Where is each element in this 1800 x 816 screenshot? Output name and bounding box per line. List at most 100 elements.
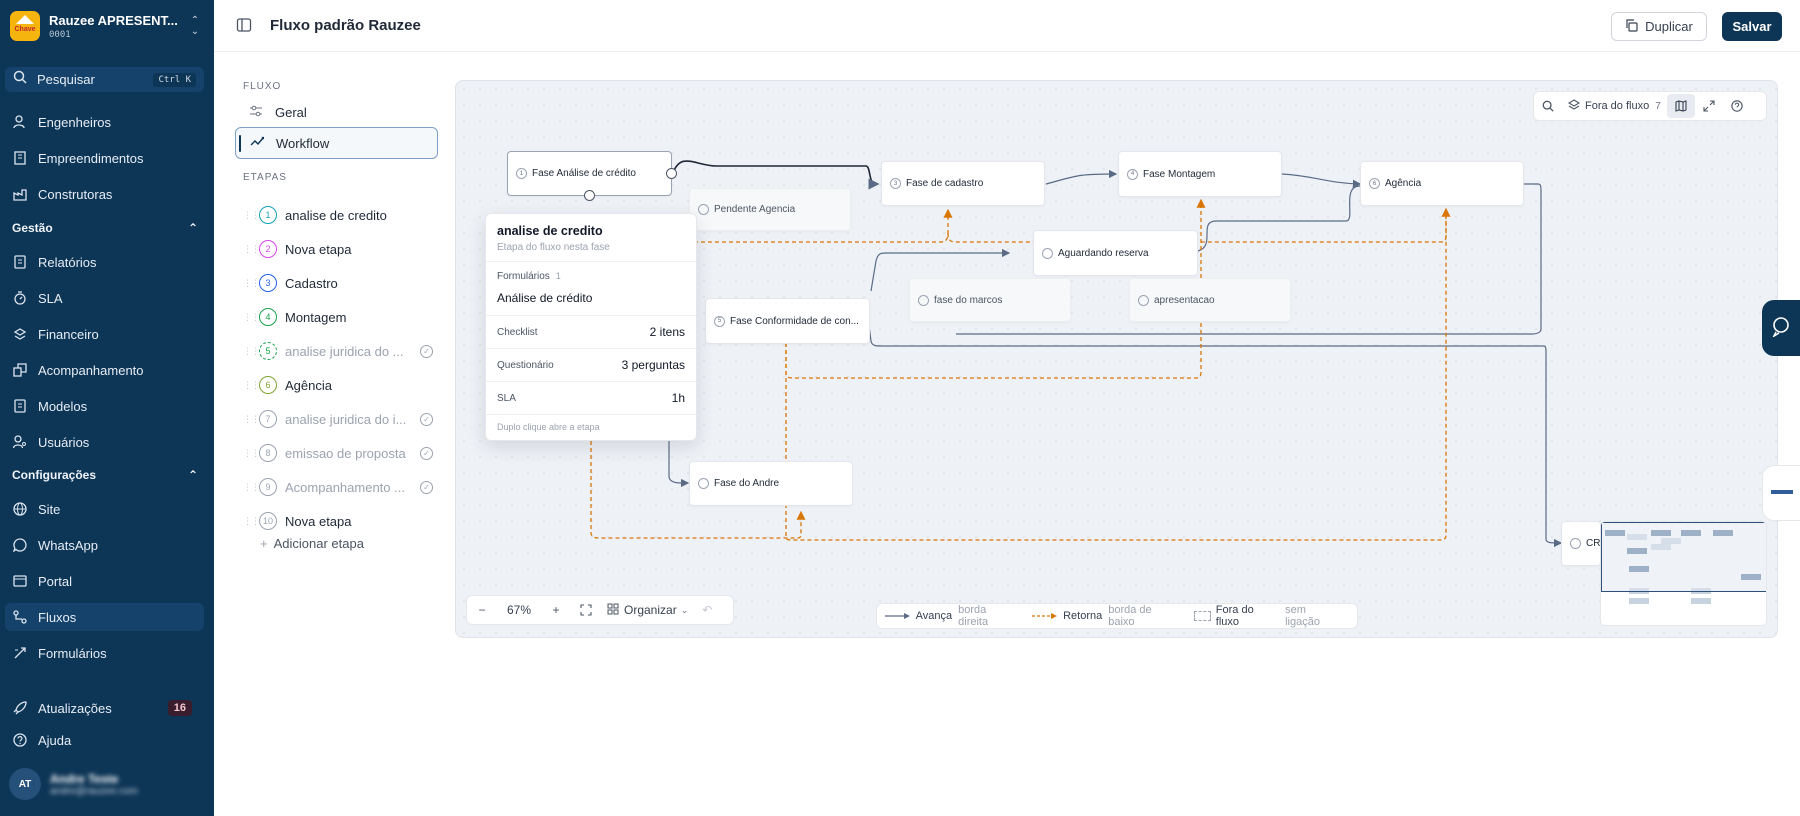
stage-item[interactable]: ⋮⋮ 9 Acompanhamento ... ✓ (243, 476, 433, 498)
duplicate-button[interactable]: Duplicar (1611, 12, 1707, 41)
stage-label: Nova etapa (285, 241, 352, 257)
nav-label: Engenheiros (38, 114, 111, 130)
layers-icon (1567, 98, 1581, 114)
port-right[interactable] (666, 168, 677, 179)
org-switcher[interactable]: Chave Rauzee APRESENT... 0001 ⌃ ⌄ (10, 11, 202, 41)
chevron-up-icon: ⌃ (187, 468, 198, 482)
node-cr[interactable]: CR (1561, 521, 1601, 566)
nav-item-acompanhamento[interactable]: Acompanhamento (5, 356, 204, 384)
nav-item-sla[interactable]: SLA (5, 284, 204, 312)
tab-geral[interactable]: Geral (235, 96, 438, 128)
zoom-in-button[interactable]: + (541, 596, 571, 624)
drag-handle-icon[interactable]: ⋮⋮ (243, 278, 260, 289)
org-logo: Chave (10, 11, 40, 41)
nav-item-modelos[interactable]: Modelos (5, 392, 204, 420)
nav-item-relatorios[interactable]: Relatórios (5, 248, 204, 276)
nav-item-engenheiros[interactable]: Engenheiros (5, 108, 204, 136)
stage-item[interactable]: ⋮⋮ 8 emissao de proposta ✓ (243, 442, 433, 464)
search-icon[interactable] (1534, 94, 1562, 118)
flow-section-label: FLUXO (243, 81, 282, 92)
nav-item-portal[interactable]: Portal (5, 567, 204, 595)
node-cadastro[interactable]: 3 Fase de cadastro (881, 161, 1045, 206)
check-circle-icon[interactable]: ✓ (420, 412, 433, 426)
assistant-tab[interactable] (1762, 300, 1800, 356)
stage-label: analise juridica do i... (285, 411, 407, 427)
stage-item[interactable]: ⋮⋮ 10 Nova etapa (243, 510, 433, 532)
node-aguardando-reserva[interactable]: Aguardando reserva (1033, 230, 1198, 276)
nav-label: Financeiro (38, 326, 99, 342)
drag-handle-icon[interactable]: ⋮⋮ (243, 414, 260, 425)
nav-item-fluxos[interactable]: Fluxos (5, 603, 204, 631)
nav-item-formularios[interactable]: Formulários (5, 639, 204, 667)
node-fase-andre[interactable]: Fase do Andre (689, 461, 853, 506)
workflow-canvas[interactable]: 1 Fase Análise de crédito 3 Fase de cadast… (455, 80, 1778, 638)
users-icon (12, 434, 28, 450)
drag-handle-icon[interactable]: ⋮⋮ (243, 516, 260, 527)
fit-view-icon[interactable] (571, 596, 601, 624)
search-button[interactable]: Pesquisar Ctrl K (5, 67, 204, 92)
expand-icon[interactable] (1695, 94, 1723, 118)
section-configuracoes[interactable]: Configurações ⌃ (12, 468, 198, 482)
nav-item-usuarios[interactable]: Usuários (5, 428, 204, 456)
stage-popover[interactable]: analise de credito Etapa do fluxo nesta … (485, 213, 697, 441)
stage-item[interactable]: ⋮⋮ 1 analise de credito (243, 204, 433, 226)
map-icon[interactable] (1666, 94, 1695, 118)
drag-handle-icon[interactable]: ⋮⋮ (243, 346, 260, 357)
stage-item[interactable]: ⋮⋮ 3 Cadastro (243, 272, 433, 294)
stage-label: analise juridica do ... (285, 343, 404, 359)
nav-item-ajuda[interactable]: Ajuda (5, 726, 204, 754)
node-number (1138, 294, 1149, 306)
drag-handle-icon[interactable]: ⋮⋮ (243, 244, 260, 255)
drag-handle-icon[interactable]: ⋮⋮ (243, 482, 260, 493)
user-menu[interactable]: AT Andre Teste andre@rauzee.com (9, 768, 205, 800)
node-montagem[interactable]: 4 Fase Montagem (1118, 151, 1282, 197)
nav-item-site[interactable]: Site (5, 495, 204, 523)
node-conformidade[interactable]: 5 Fase Conformidade de con... (705, 298, 870, 344)
nav-item-atualizacoes[interactable]: Atualizações 16 (5, 694, 204, 722)
nav-label: Site (38, 501, 61, 517)
check-circle-icon[interactable]: ✓ (420, 344, 433, 358)
minimap-viewport[interactable] (1601, 522, 1766, 592)
sidebar-toggle-icon[interactable] (236, 17, 254, 35)
ghost-toggle[interactable]: Fora do fluxo 7 (1567, 98, 1661, 114)
organize-button[interactable]: Organizar ⌄ (607, 603, 688, 618)
check-circle-icon[interactable]: ✓ (420, 480, 433, 494)
factory-icon (12, 186, 28, 202)
return-line-icon (1032, 613, 1058, 619)
drag-handle-icon[interactable]: ⋮⋮ (243, 448, 260, 459)
section-gestao[interactable]: Gestão ⌃ (12, 221, 198, 235)
nav-item-financeiro[interactable]: Financeiro (5, 320, 204, 348)
save-button[interactable]: Salvar (1722, 12, 1782, 41)
edge-montagem-agencia (1281, 173, 1362, 188)
popover-title: analise de credito (497, 224, 603, 238)
form-icon (12, 645, 28, 661)
port-bottom[interactable] (584, 190, 595, 201)
stage-item[interactable]: ⋮⋮ 6 Agência (243, 374, 433, 396)
stage-item[interactable]: ⋮⋮ 7 analise juridica do i... ✓ (243, 408, 433, 430)
drag-handle-icon[interactable]: ⋮⋮ (243, 210, 260, 221)
nav-item-whatsapp[interactable]: WhatsApp (5, 531, 204, 559)
nav-item-empreendimentos[interactable]: Empreendimentos (5, 144, 204, 172)
ghost-node-apresentacao[interactable]: apresentacao (1129, 278, 1291, 322)
node-agencia[interactable]: 6 Agência (1360, 161, 1524, 206)
minimap[interactable] (1600, 521, 1767, 626)
stage-item[interactable]: ⋮⋮ 2 Nova etapa (243, 238, 433, 260)
stage-item[interactable]: ⋮⋮ 5 analise juridica do ... ✓ (243, 340, 433, 362)
outside-box-icon (1194, 611, 1211, 621)
drag-handle-icon[interactable]: ⋮⋮ (243, 380, 260, 391)
undo-icon[interactable]: ↶ (702, 603, 712, 617)
org-code: 0001 (49, 29, 71, 40)
nav-item-construtoras[interactable]: Construtoras (5, 180, 204, 208)
tab-workflow[interactable]: Workflow (235, 127, 438, 159)
drag-handle-icon[interactable]: ⋮⋮ (243, 312, 260, 323)
ghost-node-pendente[interactable]: Pendente Agencia (689, 188, 851, 231)
zoom-out-button[interactable]: − (467, 596, 497, 624)
stage-item[interactable]: ⋮⋮ 4 Montagem (243, 306, 433, 328)
stage-label: Cadastro (285, 275, 338, 291)
secondary-side-tab[interactable] (1762, 465, 1800, 521)
help-icon[interactable] (1723, 94, 1751, 118)
check-circle-icon[interactable]: ✓ (420, 446, 433, 460)
timer-icon (12, 290, 28, 306)
add-stage-button[interactable]: + Adicionar etapa (260, 536, 364, 551)
ghost-node-marcos[interactable]: fase do marcos (909, 278, 1071, 322)
